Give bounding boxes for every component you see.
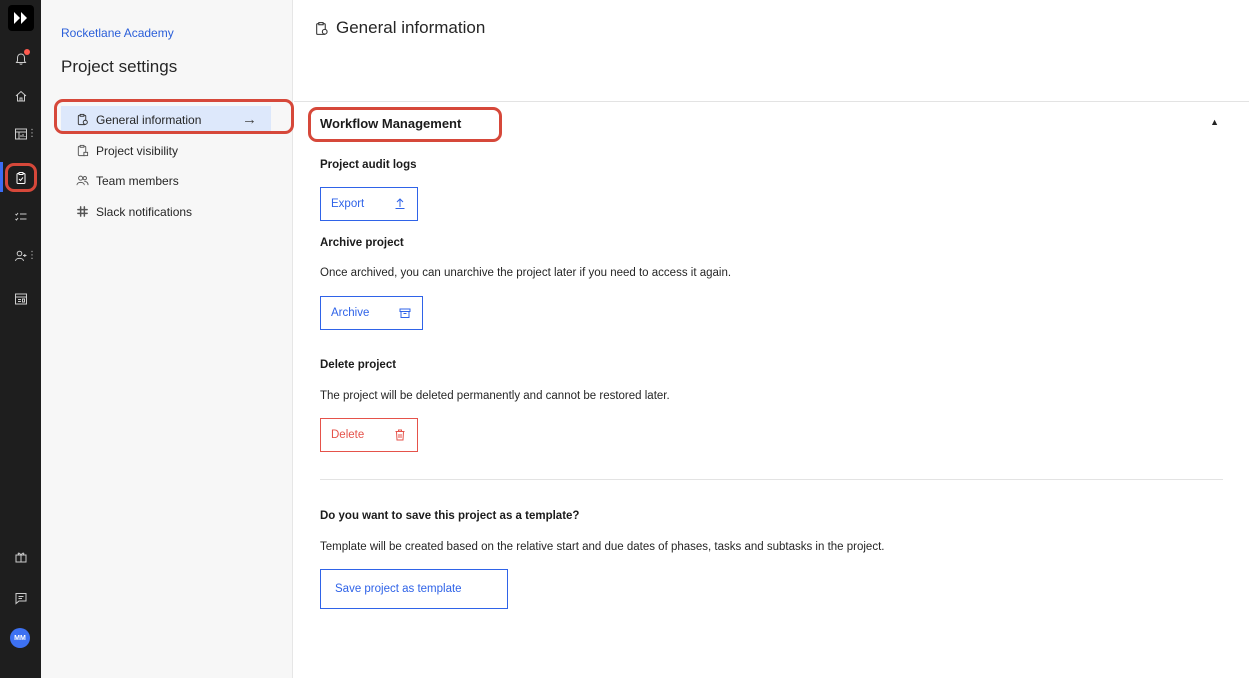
chat-icon[interactable] bbox=[0, 586, 41, 610]
more-icon[interactable]: ⋮ bbox=[27, 129, 37, 139]
export-button[interactable]: Export bbox=[320, 187, 418, 221]
audit-logs-label: Project audit logs bbox=[320, 159, 417, 171]
notification-dot bbox=[24, 49, 30, 55]
collapse-caret-icon[interactable]: ▲ bbox=[1210, 117, 1219, 127]
delete-button[interactable]: Delete bbox=[320, 418, 418, 452]
export-button-label: Export bbox=[331, 198, 365, 210]
template-description: Template will be created based on the re… bbox=[320, 541, 885, 553]
bell-icon[interactable] bbox=[0, 47, 41, 71]
delete-description: The project will be deleted permanently … bbox=[320, 390, 670, 402]
settings-sidebar: Rocketlane Academy Project settings Gene… bbox=[41, 0, 294, 678]
more-icon[interactable]: ⋮ bbox=[27, 251, 37, 261]
templates-icon[interactable] bbox=[0, 287, 41, 311]
tasks-icon[interactable] bbox=[0, 205, 41, 229]
sidebar-item-slack-notifications[interactable]: Slack notifications bbox=[61, 198, 271, 225]
highlight-annotation bbox=[54, 99, 294, 134]
archive-button-label: Archive bbox=[331, 307, 370, 319]
sidebar-item-label: Slack notifications bbox=[96, 204, 193, 219]
save-template-question: Do you want to save this project as a te… bbox=[320, 510, 580, 522]
clipboard-lock-icon bbox=[75, 144, 89, 158]
home-icon[interactable] bbox=[0, 84, 41, 108]
highlight-annotation bbox=[308, 107, 502, 142]
delete-button-label: Delete bbox=[331, 429, 365, 441]
archive-project-label: Archive project bbox=[320, 237, 404, 249]
archive-box-icon bbox=[398, 306, 412, 320]
sidebar-item-label: Project visibility bbox=[96, 143, 179, 158]
archive-description: Once archived, you can unarchive the pro… bbox=[320, 267, 732, 279]
app-rail: ⋮ ⋮ MM bbox=[0, 0, 41, 678]
highlight-annotation bbox=[5, 163, 37, 192]
divider bbox=[320, 479, 1223, 480]
header-title: General information bbox=[336, 18, 486, 37]
save-as-template-button-label: Save project as template bbox=[335, 583, 462, 595]
page-title: Project settings bbox=[61, 57, 178, 76]
main-panel: General information Workflow Management … bbox=[294, 0, 1249, 678]
archive-button[interactable]: Archive bbox=[320, 296, 423, 330]
upload-icon bbox=[393, 197, 407, 211]
save-as-template-button[interactable]: Save project as template bbox=[320, 569, 508, 609]
divider bbox=[294, 101, 1249, 102]
gift-icon[interactable] bbox=[0, 545, 41, 569]
sidebar-item-team-members[interactable]: Team members bbox=[61, 167, 271, 194]
sidebar-item-label: Team members bbox=[96, 173, 179, 188]
trash-icon bbox=[393, 428, 407, 442]
people-icon bbox=[75, 174, 89, 188]
slack-icon bbox=[75, 205, 89, 219]
logo-icon[interactable] bbox=[8, 5, 34, 31]
avatar[interactable]: MM bbox=[10, 628, 30, 648]
clipboard-gear-icon bbox=[314, 21, 329, 36]
delete-project-label: Delete project bbox=[320, 359, 397, 371]
breadcrumb-workspace[interactable]: Rocketlane Academy bbox=[61, 26, 174, 40]
section-header: General information bbox=[314, 18, 485, 38]
sidebar-item-project-visibility[interactable]: Project visibility bbox=[61, 137, 271, 164]
